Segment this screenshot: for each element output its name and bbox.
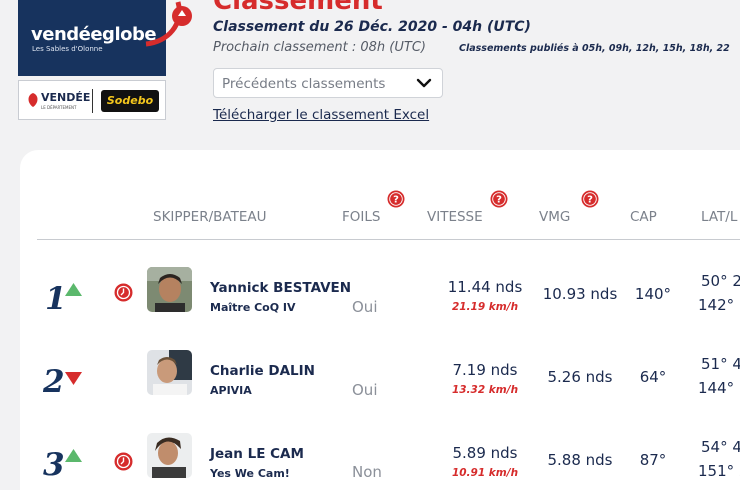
ranking-table: SKIPPER/BATEAU FOILS VITESSE VMG CAP LAT… — [20, 150, 740, 490]
help-glyph: ? — [393, 195, 399, 206]
previous-rankings-select[interactable]: Précédents classements — [213, 68, 443, 98]
speed-knots: 5.89 nds — [452, 444, 518, 462]
column-header-speed[interactable]: VITESSE — [427, 209, 483, 225]
heading-value: 64° — [639, 368, 667, 386]
table-row[interactable]: 1 Yannick BESTAVEN Maître CoQ IV Oui 11.… — [20, 267, 740, 347]
help-glyph: ? — [587, 195, 593, 206]
chevron-down-icon — [416, 78, 432, 88]
skipper-name[interactable]: Yannick BESTAVEN — [210, 280, 351, 296]
boat-name: Maître CoQ IV — [210, 301, 296, 314]
foils-value: Oui — [352, 298, 378, 316]
longitude-value: 151° 2 — [698, 462, 740, 480]
skipper-name[interactable]: Jean LE CAM — [210, 446, 304, 462]
sponsor-divider — [92, 89, 93, 113]
page-title: Classement — [213, 0, 383, 16]
boat-name: APIVIA — [210, 384, 252, 397]
svg-text:1: 1 — [45, 281, 67, 315]
speed-knots: 11.44 nds — [447, 278, 523, 296]
avatar — [147, 267, 192, 312]
vendee-heart-icon — [28, 93, 38, 107]
header-divider — [37, 239, 740, 240]
vendee-department-subtitle: LE DÉPARTEMENT — [41, 105, 77, 110]
heading-value: 140° — [634, 285, 672, 303]
sponsor-banner: VENDÉE LE DÉPARTEMENT Sodebo — [18, 80, 166, 120]
help-vmg-icon[interactable]: ? — [581, 190, 599, 208]
table-row[interactable]: 2 Charlie DALIN APIVIA Oui 7.19 nds 13.3… — [20, 350, 740, 430]
trend-up-icon — [65, 283, 82, 296]
next-ranking-time: Prochain classement : 08h (UTC) — [213, 40, 426, 55]
column-header-lat-lon[interactable]: LAT/L — [701, 209, 737, 225]
vendee-globe-logo[interactable]: vendéeglobe Les Sables d'Olonne — [18, 0, 192, 76]
vendee-department-logo: VENDÉE — [41, 91, 91, 104]
column-header-skipper[interactable]: SKIPPER/BATEAU — [153, 209, 266, 225]
speed-kmh: 21.19 km/h — [451, 301, 519, 313]
table-row[interactable]: 3 Jean LE CAM Yes We Cam! Non 5.89 nds 1… — [20, 433, 740, 490]
vmg-value: 5.88 nds — [547, 451, 613, 469]
trend-down-icon — [65, 372, 82, 385]
avatar — [147, 433, 192, 478]
help-glyph: ? — [496, 195, 502, 206]
latitude-value: 50° 2 — [701, 272, 740, 290]
foils-value: Non — [352, 463, 382, 481]
longitude-value: 142° 5 — [698, 296, 740, 314]
ranking-date: Classement du 26 Déc. 2020 - 04h (UTC) — [213, 19, 531, 35]
previous-rankings-label: Précédents classements — [222, 76, 386, 92]
publication-schedule: Classements publiés à 05h, 09h, 12h, 15h… — [459, 43, 730, 54]
latitude-value: 51° 4 — [701, 355, 740, 373]
logo-subtitle: Les Sables d'Olonne — [32, 45, 103, 53]
column-header-cap[interactable]: CAP — [630, 209, 657, 225]
latitude-value: 54° 4 — [701, 438, 740, 456]
clock-icon — [114, 283, 133, 302]
download-excel-link[interactable]: Télécharger le classement Excel — [213, 107, 429, 123]
speed-kmh: 10.91 km/h — [451, 467, 519, 479]
vmg-value: 5.26 nds — [547, 368, 613, 386]
clock-icon — [114, 452, 133, 471]
sodebo-logo: Sodebo — [101, 90, 159, 112]
column-header-foils[interactable]: FOILS — [342, 209, 380, 225]
column-header-vmg[interactable]: VMG — [539, 209, 570, 225]
foils-value: Oui — [352, 381, 378, 399]
svg-text:2: 2 — [43, 364, 65, 398]
boat-name: Yes We Cam! — [210, 467, 290, 480]
heading-value: 87° — [639, 451, 667, 469]
speed-knots: 7.19 nds — [452, 361, 518, 379]
help-speed-icon[interactable]: ? — [490, 190, 508, 208]
speed-kmh: 13.32 km/h — [451, 384, 519, 396]
longitude-value: 144° 5 — [698, 379, 740, 397]
vmg-value: 10.93 nds — [542, 285, 618, 303]
avatar — [147, 350, 192, 395]
logo-title: vendéeglobe — [31, 24, 157, 45]
help-foils-icon[interactable]: ? — [387, 190, 405, 208]
skipper-name[interactable]: Charlie DALIN — [210, 363, 315, 379]
trend-up-icon — [65, 449, 82, 462]
svg-text:3: 3 — [43, 447, 65, 481]
